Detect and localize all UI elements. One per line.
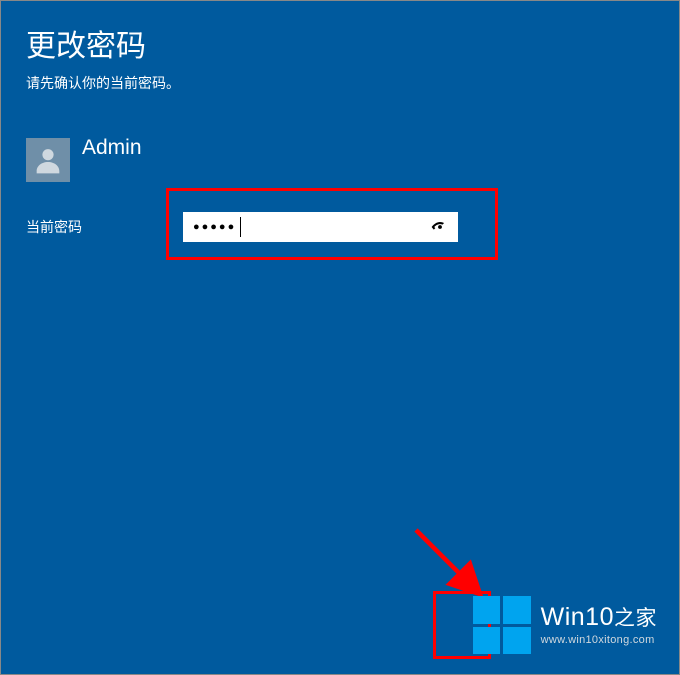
watermark-brand: Win10之家 — [541, 605, 657, 630]
page-title: 更改密码 — [26, 21, 654, 65]
password-input-wrapper: ●●●●● — [183, 212, 458, 242]
windows-logo-icon — [473, 596, 531, 654]
current-password-label: 当前密码 — [26, 217, 183, 237]
page-subtitle: 请先确认你的当前密码。 — [26, 73, 654, 93]
current-password-row: 当前密码 ●●●●● — [26, 212, 654, 242]
watermark-url: www.win10xitong.com — [541, 634, 657, 646]
password-reveal-button[interactable] — [428, 215, 452, 239]
watermark-text: Win10之家 www.win10xitong.com — [541, 605, 657, 646]
watermark: Win10之家 www.win10xitong.com — [473, 596, 657, 654]
current-password-input[interactable] — [183, 212, 458, 242]
user-icon — [32, 144, 64, 176]
user-row: Admin — [26, 138, 654, 182]
eye-icon — [430, 217, 450, 237]
username: Admin — [82, 136, 142, 160]
avatar — [26, 138, 70, 182]
